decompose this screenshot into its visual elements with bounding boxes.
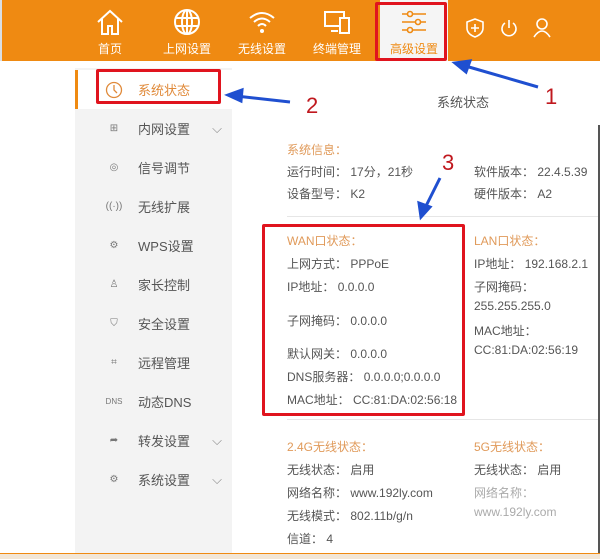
arrow-3-head xyxy=(417,200,433,221)
arrow-2-head xyxy=(224,87,244,104)
arrow-1 xyxy=(461,63,539,89)
annotation-number: 2 xyxy=(306,93,319,118)
annotation-number: 1 xyxy=(545,84,558,109)
arrow-1-head xyxy=(451,59,473,75)
annotation-arrows xyxy=(224,59,539,221)
annotation-number: 3 xyxy=(442,150,455,175)
arrow-2 xyxy=(235,94,291,104)
footer-bar xyxy=(0,553,600,559)
